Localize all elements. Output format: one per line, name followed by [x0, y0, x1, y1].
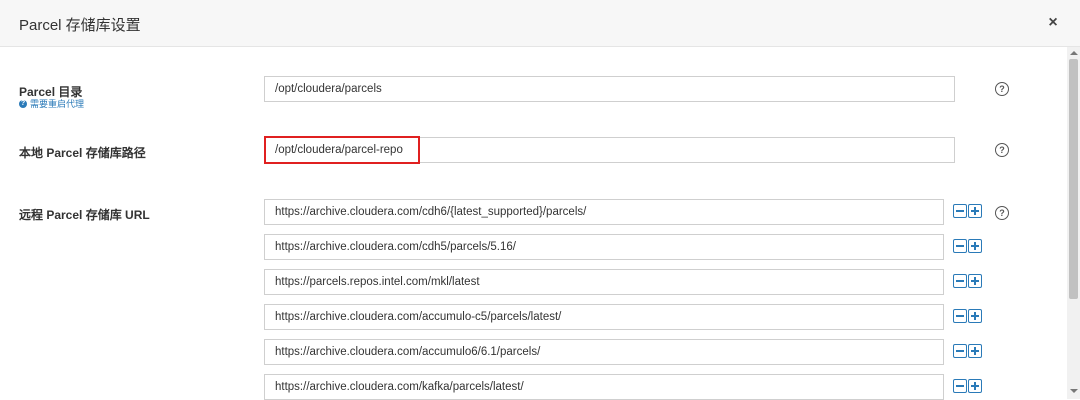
plus-square-icon[interactable]	[968, 309, 982, 323]
plus-square-icon[interactable]	[968, 204, 982, 218]
question-circle-icon[interactable]: ?	[995, 143, 1009, 157]
minus-square-icon[interactable]	[953, 344, 967, 358]
plus-square-icon[interactable]	[968, 379, 982, 393]
url-row-actions	[953, 379, 982, 393]
local-repo-input[interactable]: /opt/cloudera/parcel-repo	[264, 137, 955, 163]
minus-square-icon[interactable]	[953, 204, 967, 218]
url-row-actions	[953, 309, 982, 323]
minus-square-icon[interactable]	[953, 309, 967, 323]
scroll-down-icon[interactable]	[1070, 389, 1078, 393]
plus-square-icon[interactable]	[968, 274, 982, 288]
dialog-title: Parcel 存储库设置	[19, 17, 141, 34]
scroll-thumb[interactable]	[1069, 59, 1078, 299]
question-circle-icon[interactable]: ?	[995, 82, 1009, 96]
minus-square-icon[interactable]	[953, 379, 967, 393]
url-row-actions	[953, 344, 982, 358]
restart-agent-note: ? 需要重启代理	[19, 97, 84, 110]
question-circle-icon[interactable]: ?	[995, 206, 1009, 220]
remote-url-input[interactable]: https://archive.cloudera.com/accumulo-c5…	[264, 304, 944, 330]
close-icon[interactable]: ×	[1045, 14, 1061, 32]
parcel-dir-input[interactable]: /opt/cloudera/parcels	[264, 76, 955, 102]
vertical-scrollbar[interactable]	[1067, 47, 1080, 399]
remote-url-input[interactable]: https://archive.cloudera.com/cdh6/{lates…	[264, 199, 944, 225]
plus-square-icon[interactable]	[968, 344, 982, 358]
remote-repo-label: 远程 Parcel 存储库 URL	[19, 208, 150, 222]
scroll-up-icon[interactable]	[1070, 51, 1078, 55]
plus-square-icon[interactable]	[968, 239, 982, 253]
remote-url-input[interactable]: https://archive.cloudera.com/accumulo6/6…	[264, 339, 944, 365]
url-row-actions	[953, 239, 982, 253]
local-repo-label: 本地 Parcel 存储库路径	[19, 146, 146, 160]
remote-url-input[interactable]: https://archive.cloudera.com/cdh5/parcel…	[264, 234, 944, 260]
minus-square-icon[interactable]	[953, 274, 967, 288]
info-icon: ?	[19, 99, 27, 108]
dialog-header: Parcel 存储库设置 ×	[0, 0, 1080, 47]
restart-agent-note-text: 需要重启代理	[30, 99, 85, 109]
remote-url-input[interactable]: https://archive.cloudera.com/kafka/parce…	[264, 374, 944, 400]
url-row-actions	[953, 204, 982, 218]
remote-url-input[interactable]: https://parcels.repos.intel.com/mkl/late…	[264, 269, 944, 295]
minus-square-icon[interactable]	[953, 239, 967, 253]
url-row-actions	[953, 274, 982, 288]
